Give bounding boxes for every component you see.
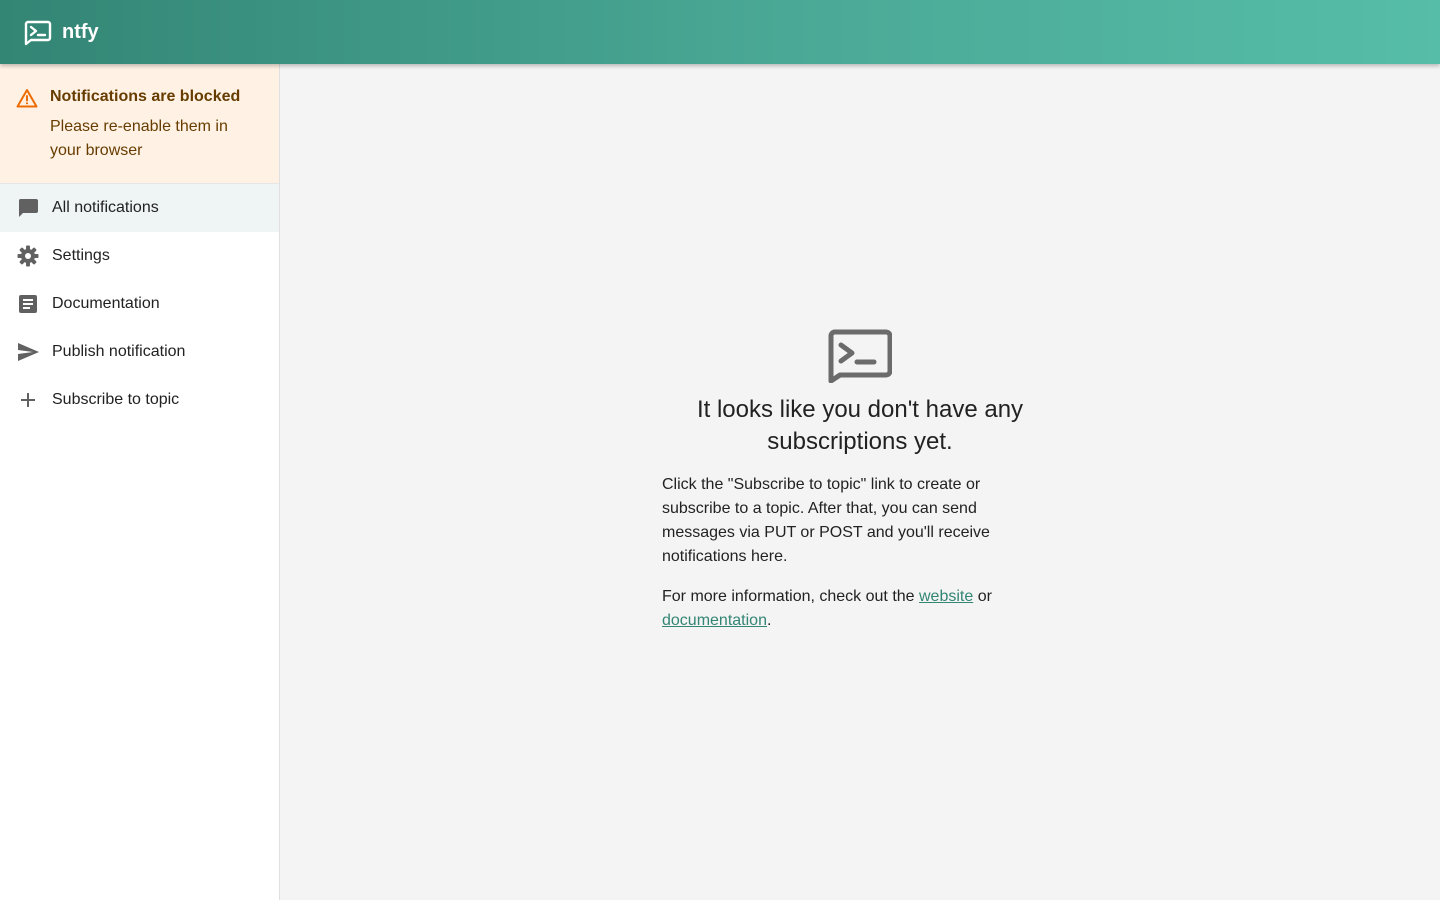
more-info-prefix: For more information, check out the xyxy=(662,588,919,605)
more-info-middle: or xyxy=(973,588,992,605)
documentation-link[interactable]: documentation xyxy=(662,612,767,629)
more-info-suffix: . xyxy=(766,612,772,629)
ntfy-logo-icon xyxy=(828,329,892,383)
sidebar-item-label: Settings xyxy=(52,247,110,264)
app-title: ntfy xyxy=(62,21,99,43)
sidebar-item-label: All notifications xyxy=(52,199,159,216)
ntfy-logo-icon xyxy=(24,20,52,46)
send-icon xyxy=(18,343,39,361)
sidebar-item-label: Subscribe to topic xyxy=(52,391,180,408)
warning-icon xyxy=(16,89,38,108)
sidebar-item-subscribe-to-topic[interactable]: Subscribe to topic xyxy=(0,376,279,424)
gear-icon xyxy=(17,245,39,267)
website-link[interactable]: website xyxy=(919,588,973,605)
more-info-text: For more information, check out the webs… xyxy=(662,585,1022,633)
sidebar: Notifications are blocked Please re-enab… xyxy=(0,64,280,900)
sidebar-item-settings[interactable]: Settings xyxy=(0,232,279,280)
sidebar-item-documentation[interactable]: Documentation xyxy=(0,280,279,328)
empty-state-description: Click the "Subscribe to topic" link to c… xyxy=(662,476,990,565)
document-icon xyxy=(19,295,37,313)
sidebar-item-all-notifications[interactable]: All notifications xyxy=(0,184,279,232)
sidebar-item-label: Documentation xyxy=(52,295,160,312)
alert-text: Please re-enable them in your browser xyxy=(50,118,228,159)
main-content: It looks like you don't have any subscri… xyxy=(280,64,1440,900)
notifications-blocked-alert: Notifications are blocked Please re-enab… xyxy=(0,64,279,184)
app-bar: ntfy xyxy=(0,0,1440,64)
sidebar-item-label: Publish notification xyxy=(52,343,186,360)
plus-icon xyxy=(21,393,35,407)
empty-state-title: It looks like you don't have any subscri… xyxy=(696,396,1024,455)
sidebar-item-publish-notification[interactable]: Publish notification xyxy=(0,328,279,376)
alert-title: Notifications are blocked xyxy=(50,88,241,105)
chat-icon xyxy=(18,199,38,217)
